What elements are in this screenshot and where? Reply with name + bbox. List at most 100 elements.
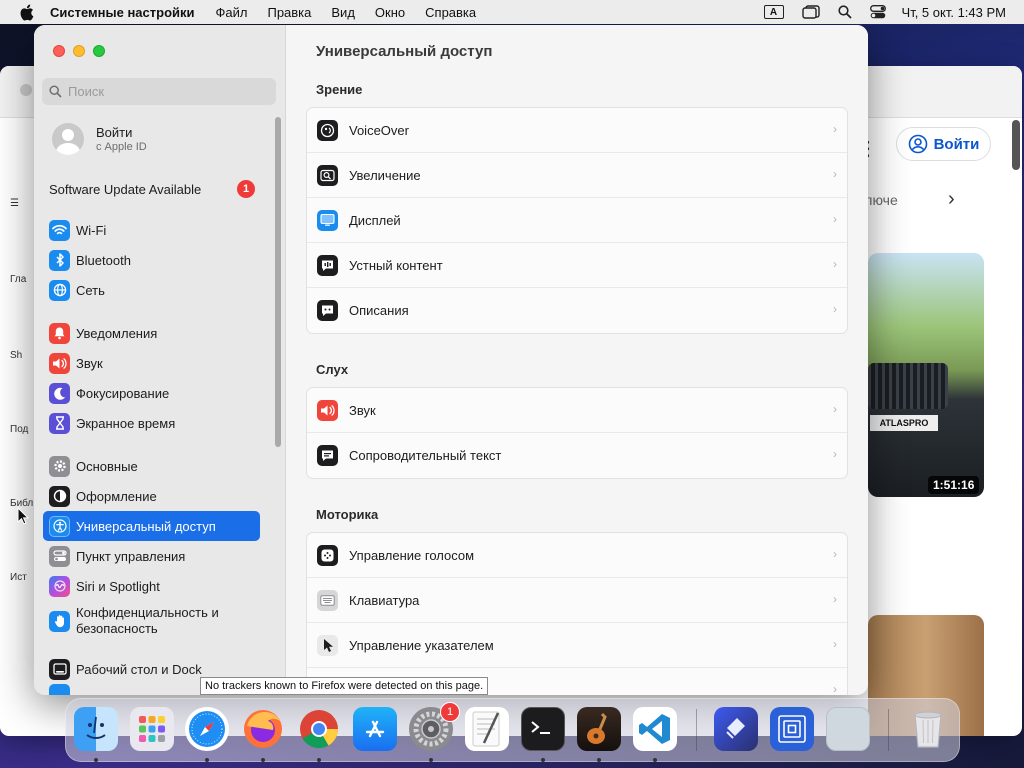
row-label: Увеличение: [349, 167, 421, 183]
apple-logo-icon[interactable]: [19, 4, 36, 21]
bg-sidebar-label[interactable]: Ист: [10, 572, 27, 583]
software-update-label: Software Update Available: [49, 181, 202, 197]
network-icon: [49, 279, 70, 301]
page-title: Универсальный доступ: [316, 43, 493, 60]
sidebar-item-control-center[interactable]: Пункт управления: [43, 541, 260, 571]
accessibility-pane: Универсальный доступ Зрение VoiceOver › …: [286, 25, 868, 695]
chevron-right-icon[interactable]: ›: [948, 188, 955, 211]
chevron-right-icon: ›: [833, 302, 837, 316]
sidebar-item-bluetooth[interactable]: Bluetooth: [43, 245, 260, 275]
vscode-icon[interactable]: [633, 707, 677, 751]
row-audio[interactable]: Звук ›: [307, 388, 847, 433]
chevron-right-icon: ›: [833, 547, 837, 561]
sidebar-item-notifications[interactable]: Уведомления: [43, 318, 260, 348]
search-input[interactable]: [68, 84, 258, 99]
chevron-right-icon: ›: [833, 212, 837, 226]
chevron-right-icon: ›: [833, 682, 837, 695]
control-center-icon: [49, 545, 70, 567]
minimize-window-button[interactable]: [73, 45, 85, 57]
sidebar-item-label: Пункт управления: [76, 548, 186, 564]
sidebar-scrollbar[interactable]: [275, 117, 281, 447]
menu-clock[interactable]: Чт, 5 окт. 1:43 PM: [902, 5, 1006, 20]
linear-app-icon[interactable]: [714, 707, 758, 751]
menu-window[interactable]: Окно: [375, 5, 405, 20]
preview-window-icon[interactable]: [826, 707, 870, 751]
displays-icon: [49, 684, 70, 695]
row-label: Звук: [349, 402, 376, 418]
bg-sidebar-label[interactable]: Под: [10, 424, 28, 435]
appearance-icon: [49, 485, 70, 507]
motor-group: Управление голосом › Клавиатура › Управл…: [306, 532, 848, 695]
screen-sharing-icon[interactable]: [770, 707, 814, 751]
stage-manager-icon[interactable]: [801, 5, 820, 19]
sidebar-item-accessibility[interactable]: Универсальный доступ: [43, 511, 260, 541]
sidebar-item-label: Уведомления: [76, 325, 158, 341]
sidebar-item-sound[interactable]: Звук: [43, 348, 260, 378]
menu-app-name[interactable]: Системные настройки: [50, 5, 195, 20]
row-captions[interactable]: Сопроводительный текст ›: [307, 433, 847, 478]
chevron-right-icon: ›: [833, 257, 837, 271]
bg-scrollbar[interactable]: [1012, 120, 1020, 170]
captions-icon: [317, 445, 338, 466]
trash-icon[interactable]: [906, 707, 950, 751]
row-label: Управление указателем: [349, 637, 494, 653]
apple-id-signin[interactable]: Войти с Apple ID: [52, 123, 147, 155]
terminal-icon[interactable]: [521, 707, 565, 751]
sidebar-item-label: Wi-Fi: [76, 222, 107, 238]
row-label: VoiceOver: [349, 122, 409, 138]
menu-help[interactable]: Справка: [425, 5, 476, 20]
safari-icon[interactable]: [185, 707, 229, 751]
sidebar-item-network[interactable]: Сеть: [43, 275, 260, 305]
sidebar-item-siri-spotlight[interactable]: Siri и Spotlight: [43, 571, 260, 601]
sidebar-item-label: Экранное время: [76, 415, 176, 431]
accessibility-icon: [49, 515, 70, 537]
spotlight-search-icon[interactable]: [837, 5, 852, 19]
sidebar-item-label: Рабочий стол и Dock: [76, 661, 202, 677]
row-voice-control[interactable]: Управление голосом ›: [307, 533, 847, 578]
row-label: Устный контент: [349, 257, 443, 273]
firefox-icon[interactable]: [241, 707, 285, 751]
browser-close-button[interactable]: [20, 84, 32, 96]
input-source-icon[interactable]: A: [763, 5, 784, 19]
software-update-item[interactable]: Software Update Available 1: [49, 180, 255, 198]
section-title-motor: Моторика: [316, 507, 379, 522]
account-circle-icon: [908, 134, 927, 154]
tracker-tooltip: No trackers known to Firefox were detect…: [200, 677, 489, 695]
textedit-icon[interactable]: [465, 707, 509, 751]
dock-notification-badge: 1: [440, 702, 460, 722]
menu-view[interactable]: Вид: [331, 5, 355, 20]
row-spoken-content[interactable]: Устный контент ›: [307, 243, 847, 288]
garageband-icon[interactable]: [577, 707, 621, 751]
sidebar-item-focus[interactable]: Фокусирование: [43, 378, 260, 408]
chrome-icon[interactable]: [297, 707, 341, 751]
sidebar-item-screen-time[interactable]: Экранное время: [43, 408, 260, 438]
menu-edit[interactable]: Правка: [267, 5, 311, 20]
row-display[interactable]: Дисплей ›: [307, 198, 847, 243]
sidebar-item-label: Siri и Spotlight: [76, 578, 160, 594]
sidebar-item-general[interactable]: Основные: [43, 451, 260, 481]
bg-video-thumbnail[interactable]: ATLASPRO: [868, 253, 984, 497]
account-subtitle: с Apple ID: [96, 141, 147, 153]
bg-sidebar-menu-icon[interactable]: ☰: [10, 198, 19, 209]
row-pointer-control[interactable]: Управление указателем ›: [307, 623, 847, 668]
finder-icon[interactable]: [74, 707, 118, 751]
sidebar-item-privacy-security[interactable]: Конфиденциальность и безопасность: [43, 603, 260, 639]
sidebar-item-appearance[interactable]: Оформление: [43, 481, 260, 511]
bg-sidebar-label[interactable]: Sh: [10, 350, 22, 361]
row-descriptions[interactable]: Описания ›: [307, 288, 847, 333]
sidebar-search[interactable]: [42, 78, 276, 105]
menu-file[interactable]: Файл: [216, 5, 248, 20]
row-keyboard[interactable]: Клавиатура ›: [307, 578, 847, 623]
software-update-badge: 1: [237, 180, 255, 198]
bg-sidebar-label[interactable]: Гла: [10, 274, 26, 285]
row-zoom[interactable]: Увеличение ›: [307, 153, 847, 198]
row-voiceover[interactable]: VoiceOver ›: [307, 108, 847, 153]
app-store-icon[interactable]: [353, 707, 397, 751]
control-center-icon[interactable]: [869, 5, 886, 19]
close-window-button[interactable]: [53, 45, 65, 57]
launchpad-icon[interactable]: [130, 707, 174, 751]
zoom-icon: [317, 164, 338, 186]
zoom-window-button[interactable]: [93, 45, 105, 57]
sidebar-item-wifi[interactable]: Wi-Fi: [43, 215, 260, 245]
bg-login-button[interactable]: Войти: [896, 127, 991, 161]
